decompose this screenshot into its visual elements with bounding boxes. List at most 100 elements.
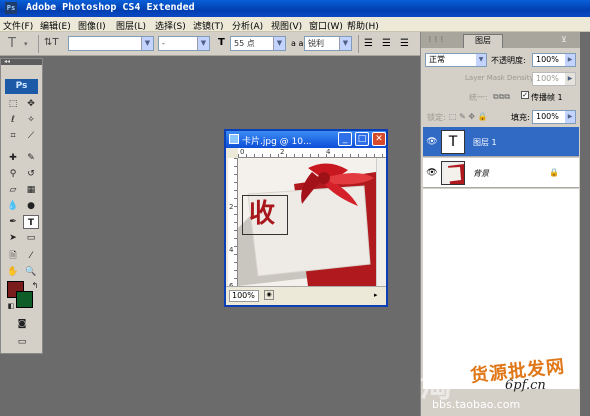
propagate-label: 传播帧 1 [531, 93, 563, 102]
menu-file[interactable]: 文件(F) [3, 19, 33, 32]
menu-help[interactable]: 帮助(H) [347, 19, 379, 32]
lock-icons[interactable]: ⬚ ✎ ✥ 🔒 [449, 112, 488, 121]
brush-tool-icon[interactable]: ✎ [23, 151, 39, 165]
horizontal-ruler[interactable]: 0 2 4 [238, 148, 386, 158]
antialias-label: a a [291, 39, 304, 48]
menu-filter[interactable]: 滤镜(T) [193, 19, 224, 32]
history-brush-tool-icon[interactable]: ↺ [23, 167, 39, 181]
unify-label: 统一: [469, 93, 488, 102]
maximize-button[interactable]: □ [355, 132, 369, 146]
menu-layer[interactable]: 图层(L) [116, 19, 146, 32]
chevron-down-icon: ▼ [476, 54, 486, 66]
transform-bounding-box[interactable]: 收 [242, 195, 288, 235]
collapse-icon[interactable]: ◂◂ [4, 58, 10, 65]
antialias-select[interactable]: 锐利 ▼ [304, 36, 352, 51]
eraser-tool-icon[interactable]: ▱ [5, 183, 21, 197]
watermark-url: bbs.taobao.com [432, 398, 521, 411]
shape-tool-icon[interactable]: ▭ [23, 231, 39, 245]
fill-label: 填充: [511, 113, 530, 122]
type-tool-icon[interactable]: T [23, 215, 39, 229]
app-title-bar: Ps Adobe Photoshop CS4 Extended [0, 0, 590, 17]
opacity-field[interactable]: 100% ▶ [532, 53, 576, 67]
text-orientation-icon[interactable]: ⇅T [44, 37, 59, 48]
chevron-down-icon: ▼ [339, 37, 351, 50]
lock-label: 锁定: [427, 113, 446, 122]
pen-tool-icon[interactable]: ✒ [5, 215, 21, 229]
document-title: 卡片.jpg @ 10... [242, 137, 312, 147]
mask-density-field[interactable]: 100% ▶ [532, 72, 576, 86]
document-status-bar: 100% ◉ ▸ [226, 286, 386, 305]
photoshop-icon: Ps [5, 2, 17, 14]
close-button[interactable]: ✕ [372, 132, 386, 146]
eye-icon[interactable]: 👁 [426, 136, 438, 148]
chevron-down-icon: ▼ [141, 37, 153, 50]
photoshop-logo: Ps [5, 79, 38, 94]
clone-stamp-tool-icon[interactable]: ⚲ [5, 167, 21, 181]
fill-field[interactable]: 100% ▶ [532, 110, 576, 124]
hand-tool-icon[interactable]: ✋ [5, 265, 21, 279]
minimize-button[interactable]: _ [338, 132, 352, 146]
menu-view[interactable]: 视图(V) [271, 19, 302, 32]
dodge-tool-icon[interactable]: ● [23, 199, 39, 213]
menu-image[interactable]: 图像(I) [78, 19, 106, 32]
quick-mask-icon[interactable]: ◙ [13, 317, 31, 331]
unify-icons[interactable]: ⧉⧉⧉ [493, 92, 510, 102]
crop-tool-icon[interactable]: ⌗ [5, 129, 21, 143]
menu-window[interactable]: 窗口(W) [309, 19, 343, 32]
layer-name: 图层 1 [473, 138, 497, 147]
layer-row-text[interactable]: 👁 T 图层 1 [423, 127, 579, 157]
scroll-right-icon[interactable]: ▸ [374, 291, 378, 299]
vertical-scrollbar[interactable] [376, 158, 386, 286]
image-canvas[interactable]: 收 [238, 158, 376, 286]
vertical-ruler[interactable]: 2 4 6 [228, 158, 238, 290]
healing-brush-tool-icon[interactable]: ✚ [5, 151, 21, 165]
move-tool-icon[interactable]: ✥ [23, 97, 39, 111]
eyedropper-tool-icon[interactable]: ⟋ [23, 129, 39, 143]
font-size-icon: T [218, 37, 225, 48]
lock-icon: 🔒 [549, 168, 559, 177]
blend-mode-select[interactable]: 正常 ▼ [425, 53, 487, 67]
status-menu-icon[interactable]: ◉ [264, 290, 274, 300]
grip-icon[interactable]: ⋮⋮⋮ [427, 36, 445, 43]
font-size-select[interactable]: 55 点 ▼ [230, 36, 286, 51]
font-family-select[interactable]: ▼ [68, 36, 154, 51]
tool-preset-arrow-icon[interactable]: ▾ [24, 40, 28, 48]
swap-colors-icon[interactable]: ↰ [27, 279, 43, 293]
panel-menu-icon[interactable]: ⊻ [561, 35, 567, 44]
path-selection-tool-icon[interactable]: ➤ [5, 231, 21, 245]
menu-analysis[interactable]: 分析(A) [232, 19, 263, 32]
zoom-level[interactable]: 100% [229, 290, 259, 302]
chevron-right-icon: ▶ [565, 73, 575, 85]
tab-layers[interactable]: 图层 [463, 34, 503, 48]
propagate-checkbox[interactable]: ✓ [521, 91, 529, 99]
magic-wand-tool-icon[interactable]: ✧ [23, 113, 39, 127]
align-center-icon[interactable]: ☰ [382, 38, 391, 49]
tools-panel: ◂◂ Ps ⬚ ✥ ℓ ✧ ⌗ ⟋ ✚ ✎ ⚲ ↺ ▱ ▦ 💧 ● ✒ T ➤ … [0, 58, 43, 354]
background-layer-thumbnail [441, 161, 465, 185]
align-left-icon[interactable]: ☰ [364, 38, 373, 49]
marquee-tool-icon[interactable]: ⬚ [5, 97, 21, 111]
document-icon [229, 134, 239, 144]
blur-tool-icon[interactable]: 💧 [5, 199, 21, 213]
menu-edit[interactable]: 编辑(E) [40, 19, 71, 32]
chevron-right-icon: ▶ [565, 111, 575, 123]
opacity-label: 不透明度: [491, 56, 526, 65]
gradient-tool-icon[interactable]: ▦ [23, 183, 39, 197]
chevron-down-icon: ▼ [197, 37, 209, 50]
menu-select[interactable]: 选择(S) [155, 19, 186, 32]
type-tool-icon[interactable]: T [8, 36, 16, 51]
font-style-select[interactable]: - ▼ [158, 36, 210, 51]
mask-density-label: Layer Mask Density [465, 74, 534, 82]
zoom-tool-icon[interactable]: 🔍 [23, 265, 39, 279]
layer-row-background[interactable]: 👁 背景 🔒 [423, 158, 579, 188]
align-right-icon[interactable]: ☰ [400, 38, 409, 49]
lasso-tool-icon[interactable]: ℓ [5, 113, 21, 127]
document-title-bar[interactable]: 卡片.jpg @ 10... _ □ ✕ [226, 131, 386, 148]
options-bar: T ▾ ⇅T ▼ - ▼ T 55 点 ▼ a a 锐利 ▼ ☰ ☰ ☰ [0, 32, 420, 56]
eyedropper-icon[interactable]: ⁄ [23, 249, 39, 263]
default-colors-icon[interactable]: ◧ [3, 299, 19, 313]
notes-tool-icon[interactable]: 🗎 [5, 249, 21, 263]
eye-icon[interactable]: 👁 [426, 167, 438, 179]
app-title: Adobe Photoshop CS4 Extended [26, 2, 195, 13]
screen-mode-icon[interactable]: ▭ [13, 335, 31, 349]
